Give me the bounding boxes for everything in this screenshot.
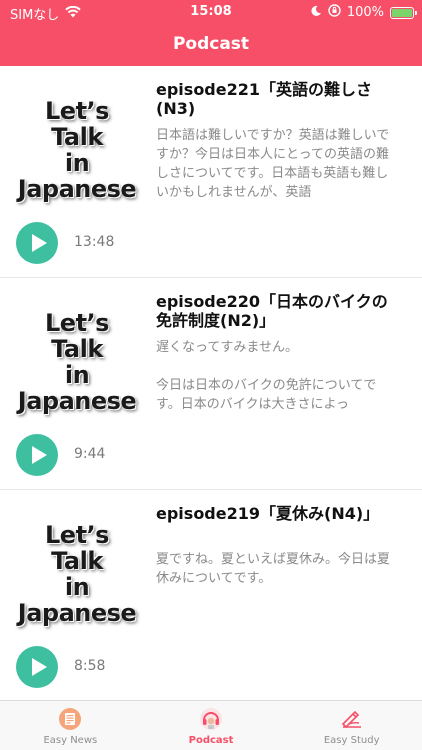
- episode-description: 夏ですね。夏といえば夏休み。今日は夏休みについてです。: [156, 552, 391, 586]
- thumbnail-text-line: in: [64, 361, 90, 389]
- play-icon: [32, 446, 47, 464]
- episode-thumbnail: Let’s Talk in Japanese: [14, 84, 140, 216]
- battery-percent: 100%: [346, 5, 384, 20]
- study-icon: [340, 707, 364, 731]
- news-icon: [58, 707, 82, 731]
- episode-duration: 8:58: [74, 658, 106, 674]
- tab-bar: Easy News Podcast Easy Study: [0, 700, 422, 750]
- play-button[interactable]: [16, 434, 58, 476]
- play-button[interactable]: [16, 646, 58, 688]
- episode-description: 遅くなってすみません。 今日は日本のバイクの免許についてです。日本のバイクは大き…: [156, 340, 377, 412]
- thumbnail-text-line: in: [64, 573, 90, 601]
- play-icon: [32, 234, 47, 252]
- thumbnail-text-line: Japanese: [17, 175, 137, 203]
- thumbnail-text-line: in: [64, 149, 90, 177]
- battery-fill: [392, 8, 412, 17]
- tab-label: Easy Study: [323, 735, 380, 746]
- podcast-icon: [199, 707, 223, 731]
- thumbnail-text-line: Japanese: [17, 387, 137, 415]
- play-button[interactable]: [16, 222, 58, 264]
- app-header: SIMなし 15:08 100% Podcast: [0, 0, 422, 66]
- thumbnail-text-line: Let’s: [45, 97, 109, 125]
- status-right: 100%: [310, 4, 417, 21]
- tab-easy-study[interactable]: Easy Study: [281, 701, 422, 750]
- thumbnail-text-line: Japanese: [17, 599, 137, 627]
- thumbnail-text-line: Talk: [51, 547, 103, 575]
- episode-item[interactable]: Let’s Talk in Japanese episode220「日本のバイク…: [0, 278, 422, 490]
- thumbnail-text-line: Talk: [51, 335, 103, 363]
- episode-description: 日本語は難しいですか？英語は難しいですか？今日は日本人にとっての英語の難しさにつ…: [156, 128, 390, 200]
- tab-label: Easy News: [43, 735, 98, 746]
- episode-list: Let’s Talk in Japanese episode221「英語の難しさ…: [0, 66, 422, 702]
- episode-thumbnail: Let’s Talk in Japanese: [14, 296, 140, 428]
- play-icon: [32, 658, 47, 676]
- episode-title: episode221「英語の難しさ(N3): [156, 80, 373, 118]
- tab-podcast[interactable]: Podcast: [141, 701, 282, 750]
- episode-duration: 13:48: [74, 234, 115, 250]
- thumbnail-text-line: Let’s: [45, 309, 109, 337]
- orientation-lock-icon: [328, 4, 341, 21]
- thumbnail-text-line: Talk: [51, 123, 103, 151]
- page-title: Podcast: [172, 34, 250, 54]
- moon-icon: [310, 5, 322, 21]
- episode-duration: 9:44: [74, 446, 106, 462]
- thumbnail-text-line: Let’s: [45, 521, 109, 549]
- tab-label: Podcast: [188, 735, 234, 746]
- episode-item[interactable]: Let’s Talk in Japanese episode219「夏休み(N4…: [0, 490, 422, 702]
- episode-title: episode219「夏休み(N4)」: [156, 504, 380, 523]
- episode-title: episode220「日本のバイクの免許制度(N2)」: [156, 292, 388, 330]
- episode-item[interactable]: Let’s Talk in Japanese episode221「英語の難しさ…: [0, 66, 422, 278]
- tab-easy-news[interactable]: Easy News: [0, 701, 141, 750]
- battery-icon: [390, 6, 417, 19]
- episode-thumbnail: Let’s Talk in Japanese: [14, 508, 140, 640]
- status-bar: SIMなし 15:08 100%: [0, 0, 422, 24]
